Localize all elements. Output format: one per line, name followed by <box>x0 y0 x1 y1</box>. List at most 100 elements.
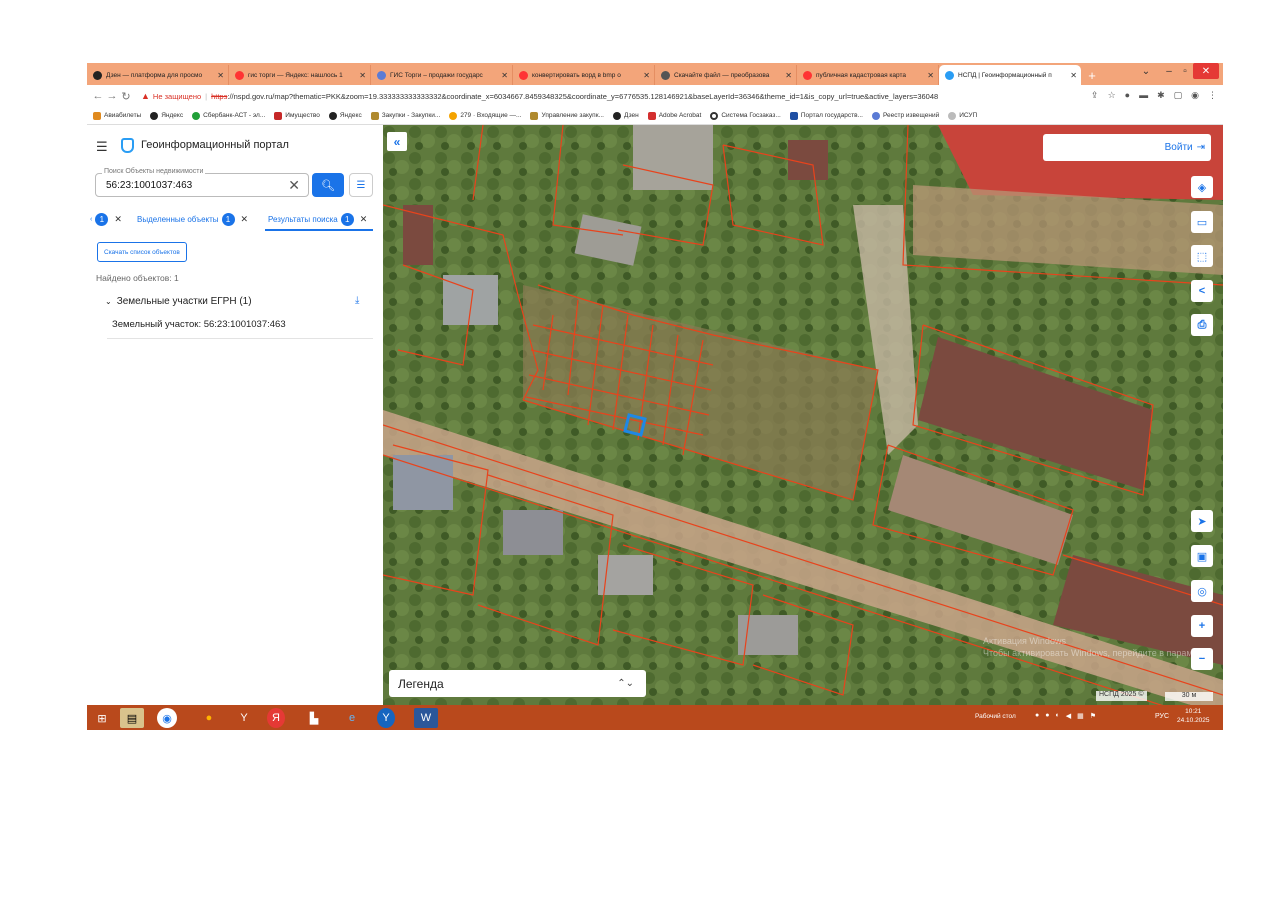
bookmark-item[interactable]: Яндекс <box>328 111 362 120</box>
close-tab-icon[interactable]: ✕ <box>501 71 508 80</box>
bookmark-item[interactable]: 279 · Входящие —... <box>449 111 521 120</box>
bookmark-item[interactable]: Реестр извещений <box>871 111 939 120</box>
zoom-in-button[interactable]: + <box>1191 615 1213 637</box>
search-input[interactable]: Поиск Объекты недвижимости 56:23:1001037… <box>95 168 309 197</box>
scale-bar: 30 м <box>1165 692 1213 701</box>
measure-button[interactable]: ▭ <box>1191 211 1213 233</box>
language-indicator[interactable]: РУС <box>1155 713 1169 720</box>
close-tab-icon[interactable]: ✕ <box>927 71 934 80</box>
bookmark-item[interactable]: ИСУП <box>948 111 977 120</box>
browser-tab[interactable]: гис торги — Яндекс: нашлось 1 ✕ <box>229 65 371 85</box>
layers-button[interactable]: ◈ <box>1191 176 1213 198</box>
tray-app-icon[interactable]: ● <box>1045 712 1049 720</box>
download-list-button[interactable]: Скачать список объектов <box>97 242 187 262</box>
close-tab-icon[interactable]: ✕ <box>1070 71 1077 80</box>
bookmark-item[interactable]: Система Госзаказ... <box>710 111 781 120</box>
satellite-map[interactable] <box>383 125 1223 705</box>
yandex-icon: Я <box>272 712 280 724</box>
hamburger-menu-icon[interactable]: ☰ <box>96 139 108 155</box>
category-toggle[interactable]: ⌄ Земельные участки ЕГРН (1) <box>105 296 252 307</box>
reload-button[interactable]: ↻ <box>119 90 133 103</box>
tray-app-icon[interactable]: ● <box>1035 712 1039 720</box>
select-area-button[interactable]: ⬚ <box>1191 245 1213 267</box>
bookmark-item[interactable]: Авиабилеты <box>93 111 141 120</box>
close-tab-icon[interactable]: ✕ <box>360 214 368 225</box>
search-button[interactable]: 🔍︎ <box>312 173 344 197</box>
share-button[interactable]: < <box>1191 280 1213 302</box>
extension-icon[interactable]: ▬ <box>1139 90 1148 101</box>
bookmark-item[interactable]: Управление закупк... <box>530 111 604 120</box>
clear-search-icon[interactable]: ✕ <box>288 177 300 194</box>
profile-icon[interactable]: ◉ <box>1191 90 1199 101</box>
browser-tab[interactable]: публичная кадастровая карта ✕ <box>797 65 939 85</box>
minimize-button[interactable]: – <box>1161 63 1177 79</box>
locate-button[interactable]: ➤ <box>1191 510 1213 532</box>
maximize-button[interactable]: ▫ <box>1177 63 1193 79</box>
close-tab-icon[interactable]: ✕ <box>785 71 792 80</box>
browser-tab[interactable]: конвертировать ворд в bmp о ✕ <box>513 65 655 85</box>
bookmark-star-icon[interactable]: ☆ <box>1108 90 1116 101</box>
tray-app-icon[interactable]: ◐ <box>1055 712 1059 720</box>
close-tab-icon[interactable]: ✕ <box>643 71 650 80</box>
tab-search-icon[interactable]: ⌄ <box>1139 63 1153 79</box>
collapse-panel-button[interactable]: « <box>387 132 407 151</box>
close-window-button[interactable]: ✕ <box>1193 63 1219 79</box>
sidebar-icon[interactable]: ▢ <box>1174 90 1183 101</box>
bookmark-item[interactable]: Adobe Acrobat <box>647 111 701 120</box>
legend-dropdown[interactable]: Легенда ⌃⌄ <box>389 670 646 697</box>
taskbar-ie[interactable]: e <box>340 708 364 728</box>
browser-tab[interactable]: Дзен — платформа для просмо ✕ <box>87 65 229 85</box>
flag-icon[interactable]: ⚑ <box>1090 712 1096 720</box>
not-secure-label[interactable]: Не защищено <box>153 92 201 101</box>
close-tab-icon[interactable]: ✕ <box>114 214 122 225</box>
browser-tab-active[interactable]: НСПД | Геоинформационный п ✕ <box>939 65 1081 85</box>
taskbar-yandex-browser[interactable]: Y <box>232 708 256 728</box>
minimap-button[interactable]: ▣ <box>1191 545 1213 567</box>
forward-button[interactable]: → <box>105 90 119 102</box>
map-view[interactable]: « Войти ⇥ ◈ ▭ ⬚ < ⎙ ➤ ▣ ◎ + − Легенда ⌃⌄ … <box>383 125 1223 705</box>
browser-tab[interactable]: Скачайте файл — преобразова ✕ <box>655 65 797 85</box>
volume-icon[interactable]: ◀ <box>1066 712 1071 720</box>
tab-selected-objects[interactable]: Выделенные объекты 1 ✕ <box>137 213 248 226</box>
tab-search-results[interactable]: Результаты поиска 1 ✕ <box>268 213 367 226</box>
taskbar-yandex[interactable]: Я <box>267 708 285 728</box>
share-icon[interactable]: ⇪ <box>1091 90 1099 101</box>
taskbar-yandex-app[interactable]: Y <box>377 708 395 728</box>
bookmark-item[interactable]: Яндекс <box>150 111 183 120</box>
close-tab-icon[interactable]: ✕ <box>241 214 249 225</box>
network-icon[interactable]: ▦ <box>1077 712 1084 720</box>
bookmark-item[interactable]: Закупки - Закупки... <box>370 111 440 120</box>
extension-icon[interactable]: ● <box>1125 90 1130 101</box>
list-item[interactable]: Земельный участок: 56:23:1001037:463 <box>107 311 373 339</box>
bookmark-item[interactable]: Дзен <box>612 111 639 120</box>
browser-tab[interactable]: ГИС Торги – продажи государс ✕ <box>371 65 513 85</box>
close-tab-icon[interactable]: ✕ <box>217 71 224 80</box>
bookmark-item[interactable]: Имущество <box>274 111 320 120</box>
geolocation-button[interactable]: ◎ <box>1191 580 1213 602</box>
login-button[interactable]: Войти ⇥ <box>1043 134 1211 161</box>
new-tab-button[interactable]: + <box>1081 65 1103 85</box>
menu-dots-icon[interactable]: ⋮ <box>1208 90 1217 101</box>
taskbar-save-app[interactable]: ▙ <box>302 708 326 728</box>
taskbar-firefox[interactable]: ● <box>197 708 221 728</box>
back-button[interactable]: ← <box>91 90 105 102</box>
tab-previous[interactable]: ‹ 1 ✕ <box>90 213 122 226</box>
url-field[interactable]: ://nspd.gov.ru/map?thematic=PKK&zoom=19.… <box>227 92 938 101</box>
taskbar-chrome[interactable]: ◉ <box>157 708 177 728</box>
bookmark-item[interactable]: Сбербанк-АСТ - эл... <box>192 111 265 120</box>
print-button[interactable]: ⎙ <box>1191 314 1213 336</box>
taskbar-explorer[interactable]: ▤ <box>120 708 144 728</box>
download-icon[interactable]: ⤓ <box>355 295 359 306</box>
ruler-icon: ▭ <box>1196 216 1208 229</box>
tab-count-badge: 1 <box>221 213 235 226</box>
clock[interactable]: 10:21 24.10.2025 <box>1177 707 1210 725</box>
filter-button[interactable]: ☰ <box>349 173 373 197</box>
start-button[interactable]: ⊞ <box>90 708 114 728</box>
close-tab-icon[interactable]: ✕ <box>359 71 366 80</box>
desktop-toolbar-label[interactable]: Рабочий стол <box>975 713 1016 720</box>
bookmark-item[interactable]: Портал государств... <box>789 111 863 120</box>
taskbar-word[interactable]: W <box>414 708 438 728</box>
url-scheme[interactable]: https <box>211 92 227 101</box>
search-input-value[interactable]: 56:23:1001037:463 <box>106 180 192 191</box>
extensions-puzzle-icon[interactable]: ✱ <box>1157 90 1165 101</box>
